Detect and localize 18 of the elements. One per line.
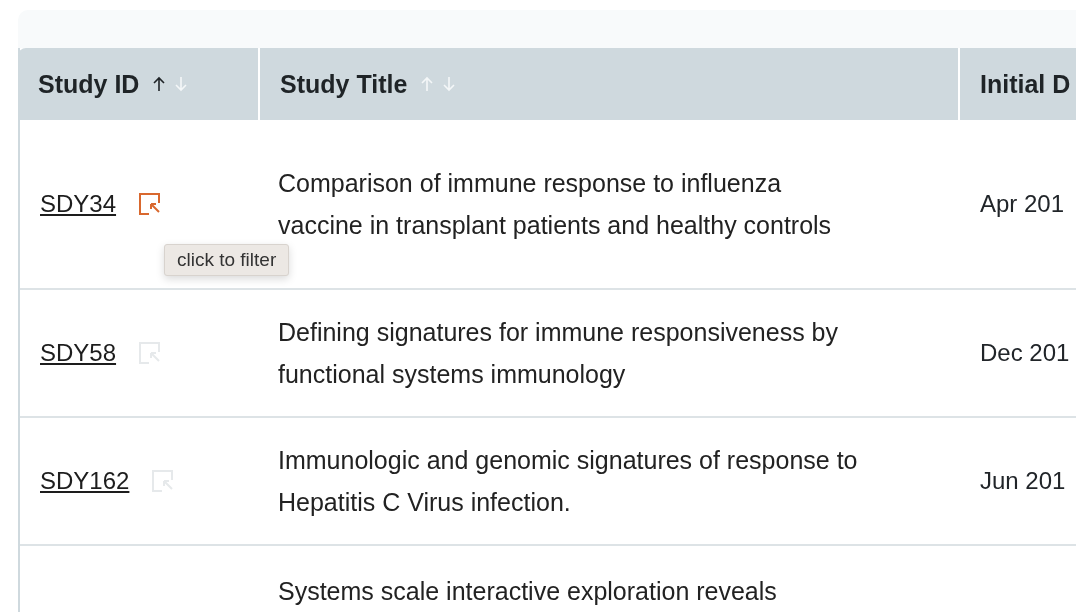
tooltip: click to filter: [164, 244, 290, 276]
date-cell: Apr 201: [980, 190, 1065, 218]
study-id-link[interactable]: SDY34: [40, 190, 117, 218]
study-id-link[interactable]: SDY58: [40, 339, 117, 367]
study-title: Immunologic and genomic signatures of response to Hepatitis C Virus infection.: [278, 445, 859, 518]
filter-icon[interactable]: [138, 192, 163, 216]
column-header[interactable]: Study ID: [38, 69, 140, 99]
study-title: Comparison of immune response to influenza vaccine in transplant patients and healthy controls: [278, 168, 833, 241]
date-cell: Dec 201: [980, 339, 1070, 367]
study-title: Defining signatures for immune responsiveness by functional systems immunology: [278, 317, 839, 390]
study-title: Systems scale interactive exploration reveals: [278, 576, 778, 607]
column-header[interactable]: Initial D: [980, 69, 1071, 99]
study-id-link[interactable]: SDY162: [40, 467, 130, 495]
sort-up-icon[interactable]: [153, 76, 166, 92]
column-header[interactable]: Study Title: [280, 69, 408, 99]
sort-down-icon[interactable]: [443, 76, 456, 92]
sort-down-icon[interactable]: [175, 76, 188, 92]
date-cell: Jun 201: [980, 467, 1066, 495]
